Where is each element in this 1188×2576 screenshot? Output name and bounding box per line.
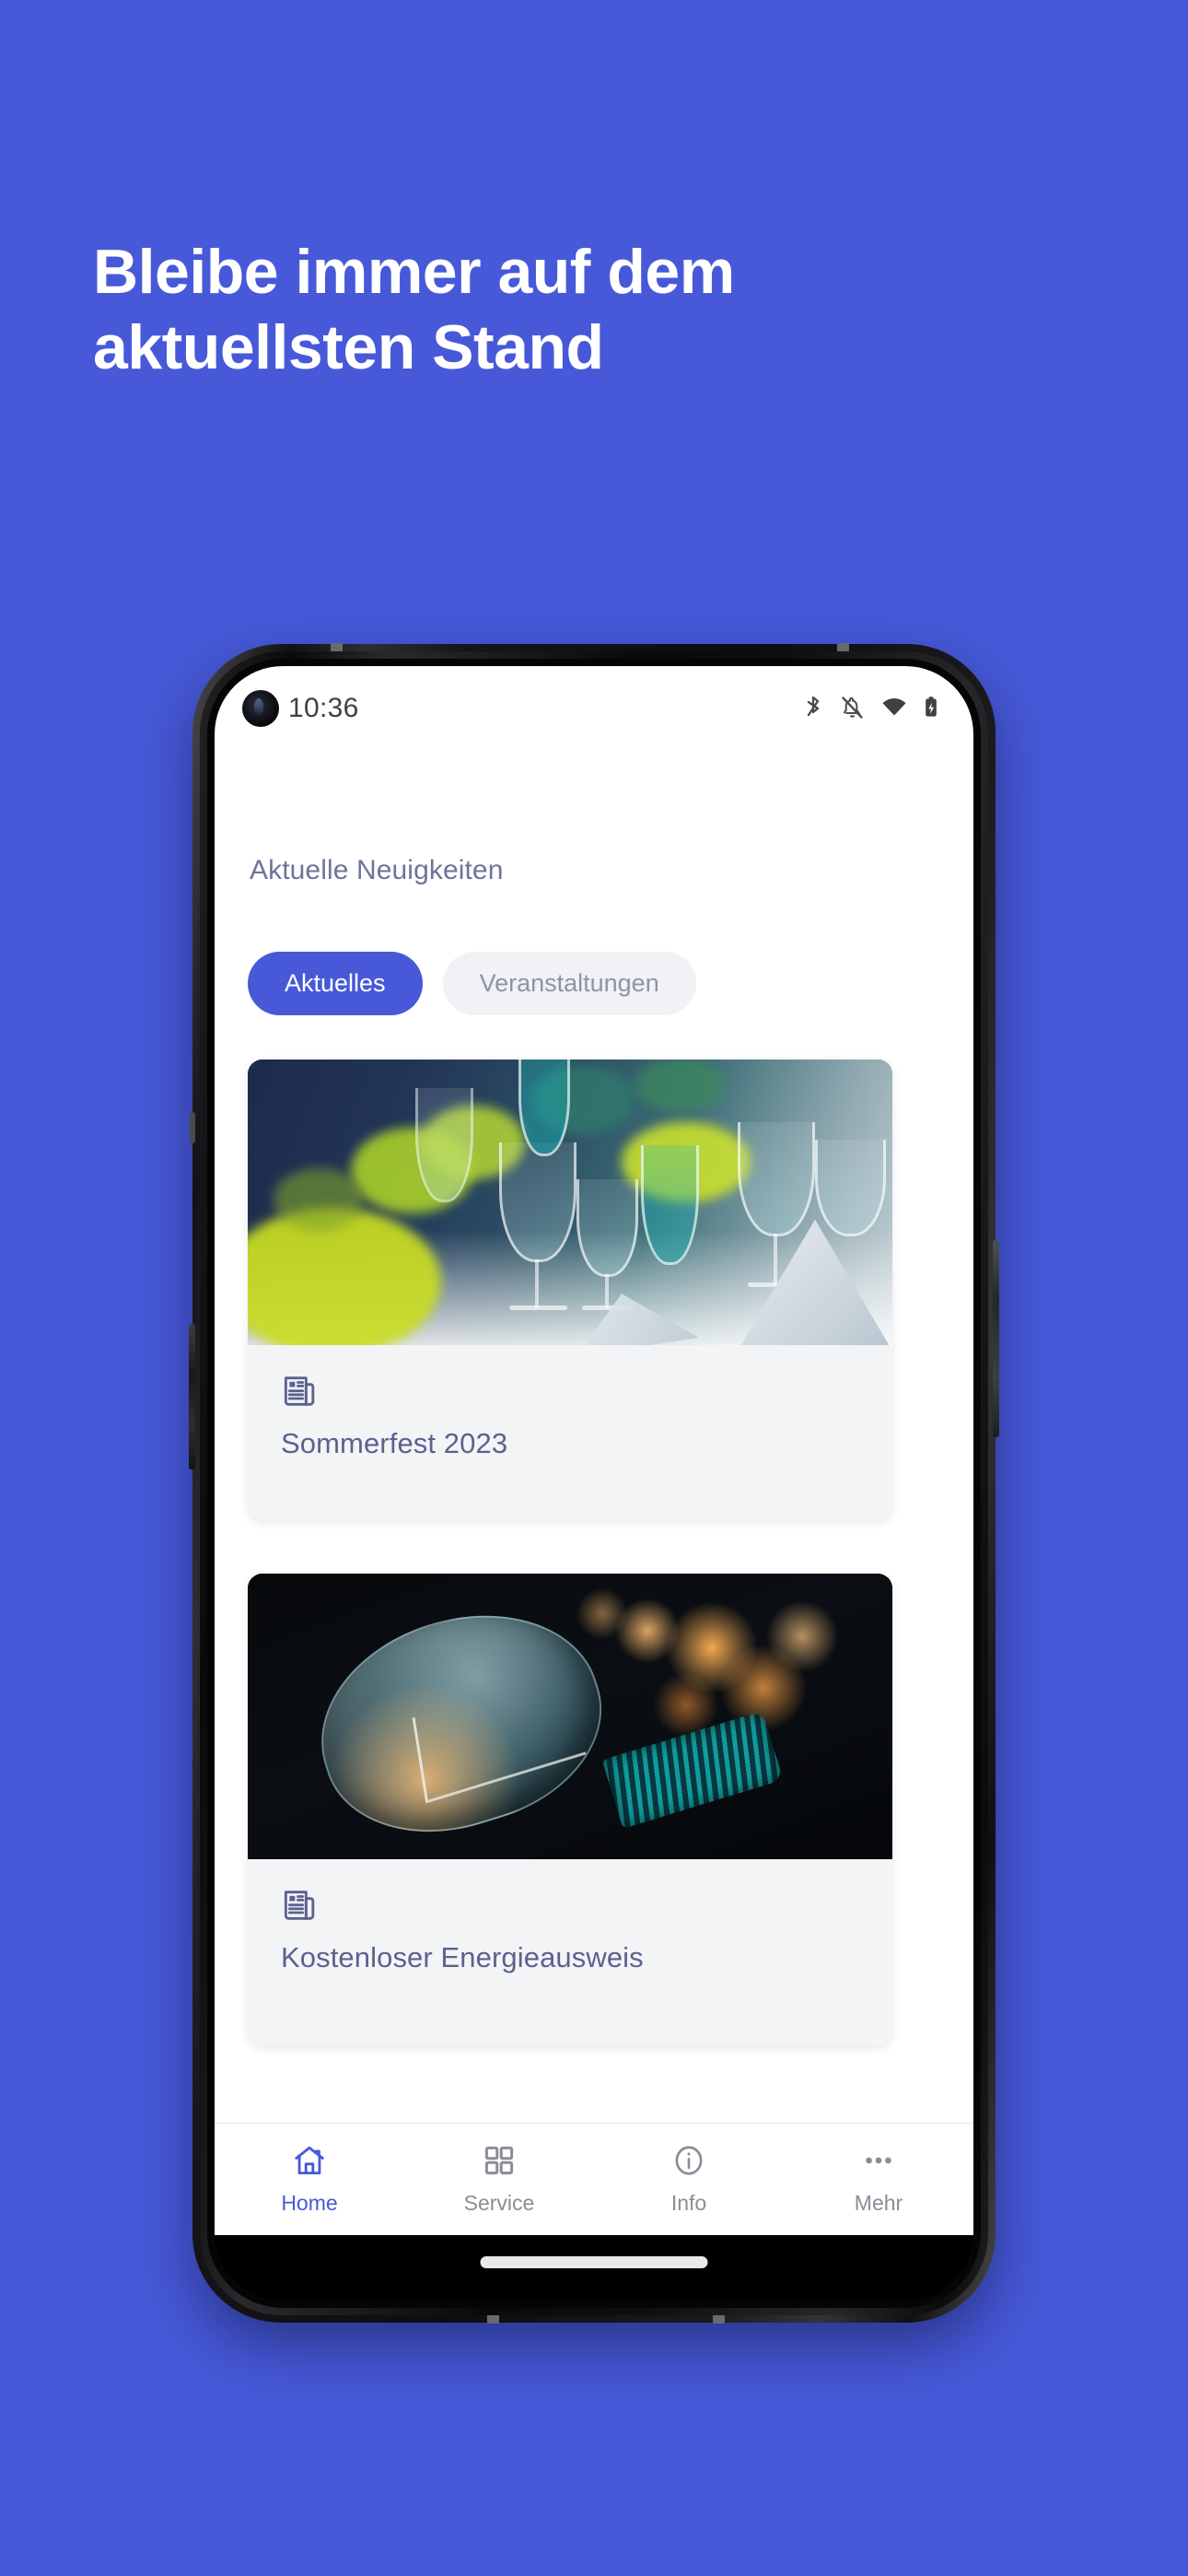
- status-bar: 10:36: [215, 666, 973, 751]
- home-gesture-indicator[interactable]: [480, 2256, 708, 2268]
- news-card[interactable]: Kostenloser Energieausweis: [248, 1574, 892, 2045]
- antenna-band: [713, 2314, 725, 2324]
- bulb-socket: [601, 1710, 784, 1829]
- volume-button[interactable]: [189, 1324, 195, 1469]
- tab-aktuelles[interactable]: Aktuelles: [248, 952, 423, 1015]
- grid-icon: [482, 2143, 517, 2183]
- front-camera-icon: [242, 690, 279, 727]
- nav-item-home[interactable]: Home: [215, 2143, 404, 2216]
- news-card-image: [248, 1574, 892, 1859]
- nav-item-mehr[interactable]: Mehr: [784, 2143, 973, 2216]
- nav-label: Info: [670, 2191, 707, 2215]
- news-card-title: Sommerfest 2023: [281, 1427, 508, 1459]
- promo-headline: Bleibe immer auf dem aktuellsten Stand: [93, 237, 735, 382]
- section-title: Aktuelle Neuigkeiten: [250, 855, 504, 885]
- status-bar-clock: 10:36: [288, 693, 359, 723]
- battery-charging-icon: [924, 695, 938, 722]
- nav-label: Home: [281, 2191, 338, 2215]
- gesture-area: [215, 2235, 973, 2301]
- nav-label: Mehr: [854, 2191, 903, 2215]
- newspaper-icon: [281, 1373, 859, 1414]
- news-card-image: [248, 1060, 892, 1345]
- home-icon: [291, 2143, 328, 2183]
- power-button[interactable]: [993, 1240, 999, 1437]
- news-card-body: Sommerfest 2023: [248, 1345, 892, 1460]
- news-card-body: Kostenloser Energieausweis: [248, 1859, 892, 1974]
- wifi-icon: [880, 695, 908, 722]
- news-card[interactable]: Sommerfest 2023: [248, 1060, 892, 1520]
- info-circle-icon: [671, 2143, 706, 2183]
- table-setting-illustration: [248, 1060, 892, 1345]
- status-bar-icons: [802, 695, 938, 722]
- newspaper-icon: [281, 1887, 859, 1928]
- nav-item-service[interactable]: Service: [404, 2143, 594, 2216]
- antenna-band: [487, 2314, 499, 2324]
- phone-mockup: 10:36 Aktuelle Neuigkeiten Aktuelles Ver…: [189, 643, 999, 2324]
- more-dots-icon: [860, 2143, 897, 2183]
- nav-item-info[interactable]: Info: [594, 2143, 784, 2216]
- notifications-muted-icon: [840, 695, 865, 722]
- phone-screen: 10:36 Aktuelle Neuigkeiten Aktuelles Ver…: [215, 666, 973, 2301]
- sim-tray[interactable]: [190, 1112, 195, 1143]
- news-card-title: Kostenloser Energieausweis: [281, 1941, 644, 1973]
- tab-veranstaltungen[interactable]: Veranstaltungen: [442, 952, 696, 1015]
- light-bulb-illustration: [248, 1574, 892, 1859]
- bottom-navigation: Home Service Info Mehr: [215, 2123, 973, 2235]
- bluetooth-icon: [802, 695, 824, 722]
- filter-tabs: Aktuelles Veranstaltungen: [248, 952, 696, 1015]
- nav-label: Service: [463, 2191, 535, 2215]
- app-viewport: 10:36 Aktuelle Neuigkeiten Aktuelles Ver…: [215, 666, 973, 2235]
